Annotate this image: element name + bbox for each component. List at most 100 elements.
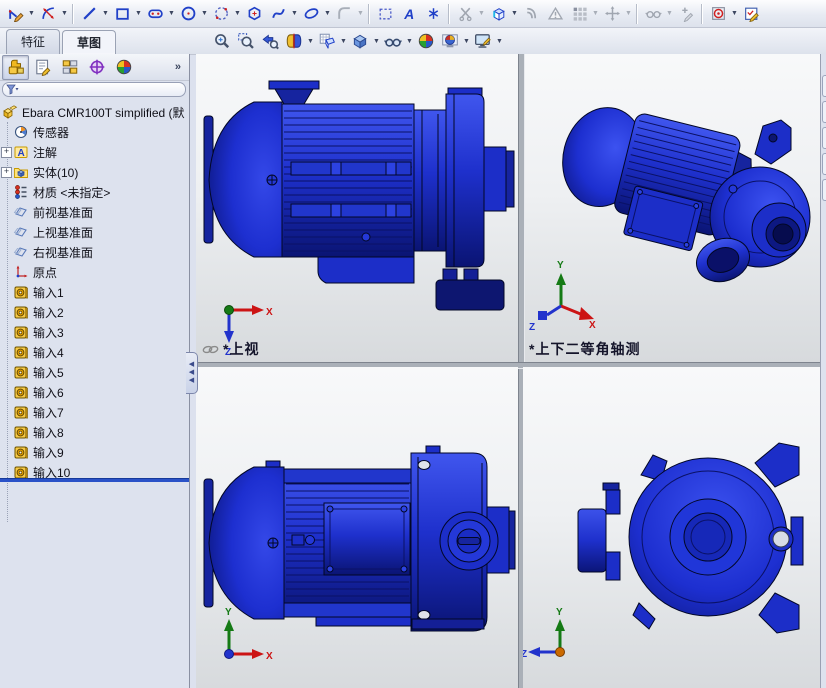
smart-dimension-icon[interactable] (36, 2, 60, 26)
pump-model-top-view[interactable]: X Z (196, 54, 518, 362)
tree-item-import-3[interactable]: 输入3 (0, 322, 190, 342)
trim-entities-icon[interactable] (453, 2, 477, 26)
tree-item-top-plane[interactable]: 上视基准面 (0, 222, 190, 242)
view-settings-icon[interactable] (471, 29, 495, 53)
line-dropdown[interactable]: ▼ (101, 3, 110, 25)
zoom-fit-icon[interactable] (210, 29, 234, 53)
quick-snaps-icon[interactable] (706, 2, 730, 26)
panel-splitter-handle[interactable]: ◀ ◀ ◀ (186, 352, 198, 394)
rectangle-dropdown[interactable]: ▼ (134, 3, 143, 25)
configurationmanager-tab-icon[interactable] (56, 55, 83, 80)
section-view-icon[interactable] (282, 29, 306, 53)
ellipse-icon[interactable] (299, 2, 323, 26)
featuremanager-tab-icon[interactable] (2, 54, 29, 80)
dimxpertmanager-tab-icon[interactable] (83, 55, 110, 80)
tab-sketch[interactable]: 草图 (62, 30, 117, 55)
convert-entities-dropdown[interactable]: ▼ (510, 3, 519, 25)
circle-icon[interactable] (176, 2, 200, 26)
task-pane-tab[interactable] (822, 179, 826, 201)
view-orientation-icon[interactable] (315, 29, 339, 53)
text-icon[interactable]: A (397, 2, 421, 26)
move-entities-dropdown[interactable]: ▼ (624, 3, 633, 25)
rectangle-icon[interactable] (110, 2, 134, 26)
trim-entities-dropdown[interactable]: ▼ (477, 3, 486, 25)
expand-toggle[interactable]: + (1, 146, 12, 158)
task-pane-tab[interactable] (822, 75, 826, 97)
selection-box-icon[interactable] (373, 2, 397, 26)
zoom-area-icon[interactable] (234, 29, 258, 53)
panel-overflow-chevron[interactable]: » (175, 61, 181, 73)
hide-show-items-icon[interactable] (381, 29, 405, 53)
repair-sketch-icon[interactable] (674, 2, 698, 26)
apply-scene-icon[interactable] (438, 29, 462, 53)
expand-toggle[interactable]: + (1, 166, 12, 178)
check-sketch-icon[interactable] (543, 2, 567, 26)
rapid-sketch-icon[interactable] (739, 2, 763, 26)
sketch-dropdown[interactable]: ▼ (27, 3, 36, 25)
viewport-top-left[interactable]: X Z *上视 (196, 54, 518, 362)
tree-item-import-2[interactable]: 输入2 (0, 302, 190, 322)
tab-features[interactable]: 特征 (6, 29, 61, 54)
viewport-top-right[interactable]: Y X Z *上下二等角轴测 (523, 54, 826, 362)
perimeter-circle-dropdown[interactable]: ▼ (233, 3, 242, 25)
ellipse-dropdown[interactable]: ▼ (323, 3, 332, 25)
quick-snaps-dropdown[interactable]: ▼ (730, 3, 739, 25)
displaymanager-tab-icon[interactable] (110, 55, 137, 80)
apply-scene-dropdown[interactable]: ▼ (462, 30, 471, 52)
task-pane-tab[interactable] (822, 127, 826, 149)
tree-item-import-7[interactable]: 输入7 (0, 402, 190, 422)
fillet-icon[interactable] (332, 2, 356, 26)
tree-item-sensors[interactable]: 传感器 (0, 122, 190, 142)
imported-icon (14, 386, 28, 399)
tree-item-import-4[interactable]: 输入4 (0, 342, 190, 362)
slot-icon[interactable] (143, 2, 167, 26)
tree-item-root[interactable]: Ebara CMR100T simplified (默 (0, 102, 190, 122)
point-icon[interactable] (421, 2, 445, 26)
pump-model-dimetric-view[interactable]: Y X Z (523, 54, 826, 362)
spline-icon[interactable] (266, 2, 290, 26)
tree-item-material[interactable]: 材质 <未指定> (0, 182, 190, 202)
linear-pattern-dropdown[interactable]: ▼ (591, 3, 600, 25)
section-view-dropdown[interactable]: ▼ (306, 30, 315, 52)
propertymanager-tab-icon[interactable] (29, 55, 56, 80)
sketch-icon[interactable] (3, 2, 27, 26)
display-relations-icon[interactable] (641, 2, 665, 26)
tree-item-import-5[interactable]: 输入5 (0, 362, 190, 382)
tree-item-front-plane[interactable]: 前视基准面 (0, 202, 190, 222)
edit-appearance-icon[interactable] (414, 29, 438, 53)
task-pane-tab[interactable] (822, 101, 826, 123)
slot-dropdown[interactable]: ▼ (167, 3, 176, 25)
previous-view-icon[interactable] (258, 29, 282, 53)
tree-item-import-6[interactable]: 输入6 (0, 382, 190, 402)
smart-dimension-dropdown[interactable]: ▼ (60, 3, 69, 25)
view-settings-dropdown[interactable]: ▼ (495, 30, 504, 52)
tree-item-solid-bodies[interactable]: + 实体(10) (0, 162, 190, 182)
polygon-icon[interactable] (242, 2, 266, 26)
tree-item-annotations[interactable]: + A 注解 (0, 142, 190, 162)
fillet-dropdown[interactable]: ▼ (356, 3, 365, 25)
circle-dropdown[interactable]: ▼ (200, 3, 209, 25)
offset-entities-icon[interactable] (519, 2, 543, 26)
pump-model-right-view[interactable]: Y Z (523, 367, 826, 688)
tree-item-import-8[interactable]: 输入8 (0, 422, 190, 442)
viewport-bottom-left[interactable]: Y X (196, 367, 518, 688)
tree-item-right-plane[interactable]: 右视基准面 (0, 242, 190, 262)
convert-entities-icon[interactable] (486, 2, 510, 26)
display-style-dropdown[interactable]: ▼ (372, 30, 381, 52)
line-icon[interactable] (77, 2, 101, 26)
linear-pattern-icon[interactable] (567, 2, 591, 26)
pump-model-front-view[interactable]: Y X (196, 367, 518, 688)
view-orientation-dropdown[interactable]: ▼ (339, 30, 348, 52)
tree-item-import-9[interactable]: 输入9 (0, 442, 190, 462)
display-style-icon[interactable] (348, 29, 372, 53)
move-entities-icon[interactable] (600, 2, 624, 26)
task-pane-tab[interactable] (822, 153, 826, 175)
perimeter-circle-icon[interactable] (209, 2, 233, 26)
tree-filter-bar[interactable] (2, 82, 186, 97)
spline-dropdown[interactable]: ▼ (290, 3, 299, 25)
tree-item-import-1[interactable]: 输入1 (0, 282, 190, 302)
hide-show-items-dropdown[interactable]: ▼ (405, 30, 414, 52)
tree-item-origin[interactable]: 原点 (0, 262, 190, 282)
display-relations-dropdown[interactable]: ▼ (665, 3, 674, 25)
viewport-bottom-right[interactable]: Y Z (523, 367, 826, 688)
